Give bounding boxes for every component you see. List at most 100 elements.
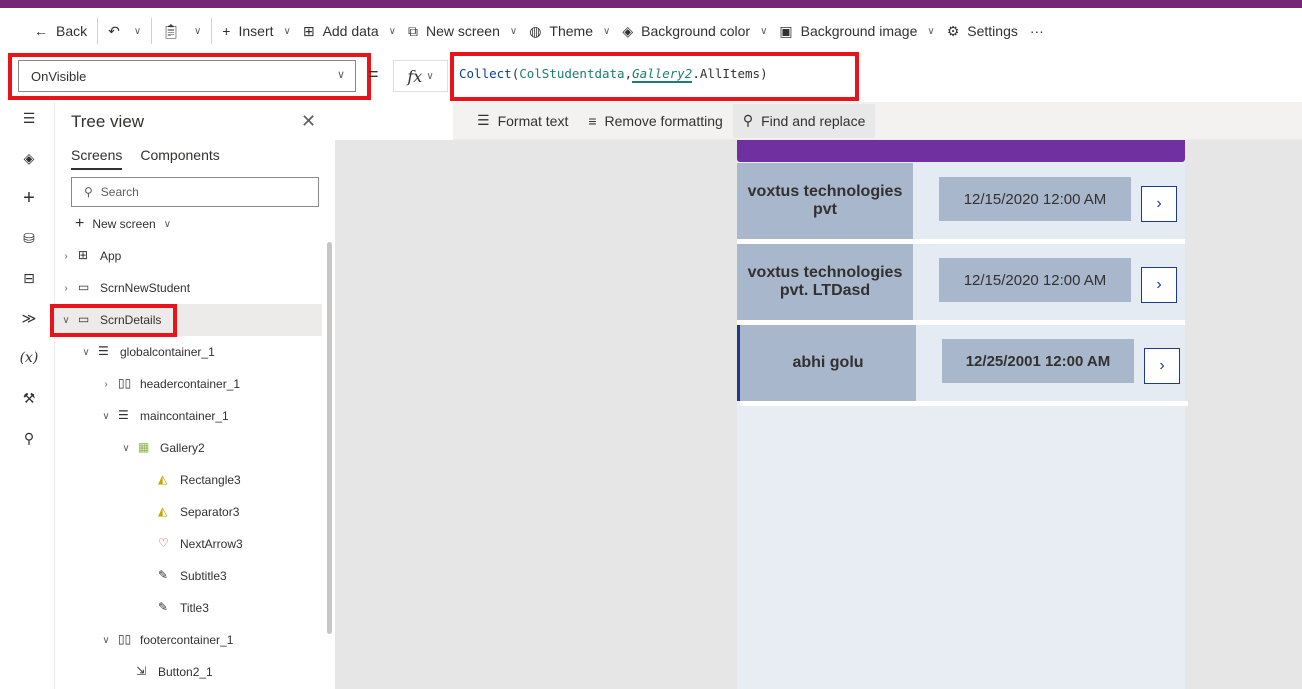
background-color-button[interactable]: ◈ Background color ∨ xyxy=(616,15,773,47)
chevron-down-icon: ∨ xyxy=(193,25,202,37)
layers-icon[interactable]: ◈ xyxy=(19,148,39,168)
tree-item-control[interactable]: ◭ Separator3 xyxy=(158,496,239,528)
format-text-button[interactable]: ☰ Format text xyxy=(467,104,578,138)
gallery-row-selected[interactable]: abhi golu 12/25/2001 12:00 AM › xyxy=(737,325,1188,406)
tree-item-control[interactable]: ◭ Rectangle3 xyxy=(158,464,241,496)
screen-header xyxy=(737,140,1185,162)
variables-icon[interactable]: (x) xyxy=(19,348,39,368)
back-arrow-icon: ← xyxy=(34,23,48,39)
chevron-right-icon: › xyxy=(104,378,108,390)
tree-item-container[interactable]: › ▯▯ headercontainer_1 xyxy=(100,368,240,400)
media-icon[interactable]: ⊟ xyxy=(19,268,39,288)
add-data-button[interactable]: ⊞ Add data ∨ xyxy=(297,15,402,47)
tree-item-container[interactable]: ∨ ☰ globalcontainer_1 xyxy=(80,336,214,368)
more-button[interactable]: ··· xyxy=(1024,15,1050,47)
gallery-subtitle: 12/25/2001 12:00 AM xyxy=(942,339,1134,383)
gallery-row[interactable]: voxtus technologies pvt 12/15/2020 12:00… xyxy=(737,163,1185,244)
chevron-down-icon: ∨ xyxy=(509,25,518,37)
gallery-row[interactable]: voxtus technologies pvt. LTDasd 12/15/20… xyxy=(737,244,1185,325)
tree-item-control[interactable]: ♡ NextArrow3 xyxy=(158,528,243,560)
paste-dropdown-button[interactable]: ∨ xyxy=(186,15,207,47)
theme-button[interactable]: ◍ Theme ∨ xyxy=(523,15,616,47)
chevron-down-icon: ∨ xyxy=(603,25,611,37)
chevron-down-icon: ∨ xyxy=(82,346,90,358)
horizontal-container-icon: ▯▯ xyxy=(118,632,132,646)
highlight-box-property xyxy=(8,53,371,100)
highlight-box-screen xyxy=(50,304,177,337)
gallery-title: voxtus technologies pvt xyxy=(737,163,913,239)
fx-button[interactable]: fx ∨ xyxy=(393,60,448,92)
formula-format-toolbar: ☰ Format text ≡ Remove formatting ⚲ Find… xyxy=(453,102,1302,140)
hamburger-icon[interactable]: ☰ xyxy=(19,108,39,128)
chevron-right-icon: › xyxy=(64,282,68,294)
new-screen-button[interactable]: ⧉ New screen ∨ xyxy=(402,15,523,47)
divider xyxy=(151,18,153,44)
divider xyxy=(97,18,99,44)
back-button[interactable]: ← Back xyxy=(28,15,93,47)
lines-icon: ≡ xyxy=(588,112,597,129)
plus-icon[interactable]: + xyxy=(19,187,39,209)
new-screen-link[interactable]: + New screen ∨ xyxy=(75,215,171,233)
find-replace-button[interactable]: ⚲ Find and replace xyxy=(732,103,876,138)
remove-formatting-button[interactable]: ≡ Remove formatting xyxy=(578,104,732,138)
format-lines-icon: ☰ xyxy=(477,112,490,128)
command-bar: ← Back ↶ ∨ 📋︎ ∨ + Insert ∨ ⊞ Add data ∨ … xyxy=(0,8,1302,54)
label-edit-icon: ✎ xyxy=(158,600,169,614)
separator xyxy=(740,401,1188,406)
gallery-subtitle: 12/15/2020 12:00 AM xyxy=(939,258,1131,302)
shape-icon: ◭ xyxy=(158,472,168,486)
vertical-container-icon: ☰ xyxy=(98,344,109,358)
settings-button[interactable]: ⚙ Settings xyxy=(941,15,1024,47)
tree-scrollbar[interactable] xyxy=(327,242,332,634)
app-top-bar xyxy=(0,0,1302,8)
search-icon[interactable]: ⚲ xyxy=(19,428,39,448)
tree-item-control[interactable]: ✎ Title3 xyxy=(158,592,209,624)
chevron-down-icon: ∨ xyxy=(927,25,935,37)
search-icon: ⚲ xyxy=(742,112,754,128)
tree-item-screen[interactable]: › ▭ ScrnNewStudent xyxy=(60,272,322,304)
tree-item-container[interactable]: ∨ ▯▯ footercontainer_1 xyxy=(100,624,233,656)
new-screen-icon: ⧉ xyxy=(407,22,418,39)
clipboard-icon: 📋︎ xyxy=(162,22,180,39)
label-edit-icon: ✎ xyxy=(158,568,169,582)
gallery-title: abhi golu xyxy=(740,325,916,401)
chevron-right-icon[interactable]: › xyxy=(1144,348,1180,384)
close-icon[interactable]: ✕ xyxy=(301,111,316,132)
background-image-button[interactable]: ▣ Background image ∨ xyxy=(773,15,940,47)
chevron-down-icon: ∨ xyxy=(102,410,110,422)
highlight-box-formula xyxy=(450,52,859,101)
undo-dropdown-button[interactable]: ∨ xyxy=(126,15,147,47)
tree-item-control[interactable]: ⇲ Button2_1 xyxy=(136,656,213,688)
database-icon[interactable]: ⛁ xyxy=(19,228,39,248)
plus-icon: + xyxy=(75,215,85,232)
tree-item-app[interactable]: › ⊞ App xyxy=(60,240,322,272)
tree-item-gallery[interactable]: ∨ ▦ Gallery2 xyxy=(120,432,204,464)
tree-item-container[interactable]: ∨ ☰ maincontainer_1 xyxy=(100,400,228,432)
chevron-down-icon: ∨ xyxy=(283,25,291,37)
chevron-right-icon[interactable]: › xyxy=(1141,186,1177,222)
chevron-down-icon: ∨ xyxy=(102,634,110,646)
plus-icon: + xyxy=(222,23,231,39)
chevron-down-icon: ∨ xyxy=(122,442,130,454)
horizontal-container-icon: ▯▯ xyxy=(118,376,132,390)
undo-button[interactable]: ↶ xyxy=(102,15,126,47)
more-icon: ··· xyxy=(1029,23,1044,39)
gear-icon: ⚙ xyxy=(946,22,960,39)
gallery-title: voxtus technologies pvt. LTDasd xyxy=(737,244,913,320)
power-automate-icon[interactable]: ≫ xyxy=(19,308,39,328)
screen-icon: ▭ xyxy=(78,280,90,294)
tree-view-title: Tree view xyxy=(71,112,145,131)
chevron-down-icon: ∨ xyxy=(426,70,434,82)
icon-control-icon: ♡ xyxy=(158,536,169,550)
chevron-right-icon[interactable]: › xyxy=(1141,267,1177,303)
tab-screens[interactable]: Screens xyxy=(71,147,123,170)
tree-tabs: Screens Components xyxy=(71,147,220,170)
paste-button[interactable]: 📋︎ xyxy=(156,15,186,47)
tree-item-control[interactable]: ✎ Subtitle3 xyxy=(158,560,227,592)
insert-button[interactable]: + Insert ∨ xyxy=(216,15,297,47)
chevron-right-icon: › xyxy=(64,250,68,262)
search-input[interactable]: ⚲ Search xyxy=(71,177,319,207)
tools-icon[interactable]: ⚒ xyxy=(19,388,39,408)
tab-components[interactable]: Components xyxy=(140,147,219,170)
gallery-icon: ▦ xyxy=(138,440,150,454)
